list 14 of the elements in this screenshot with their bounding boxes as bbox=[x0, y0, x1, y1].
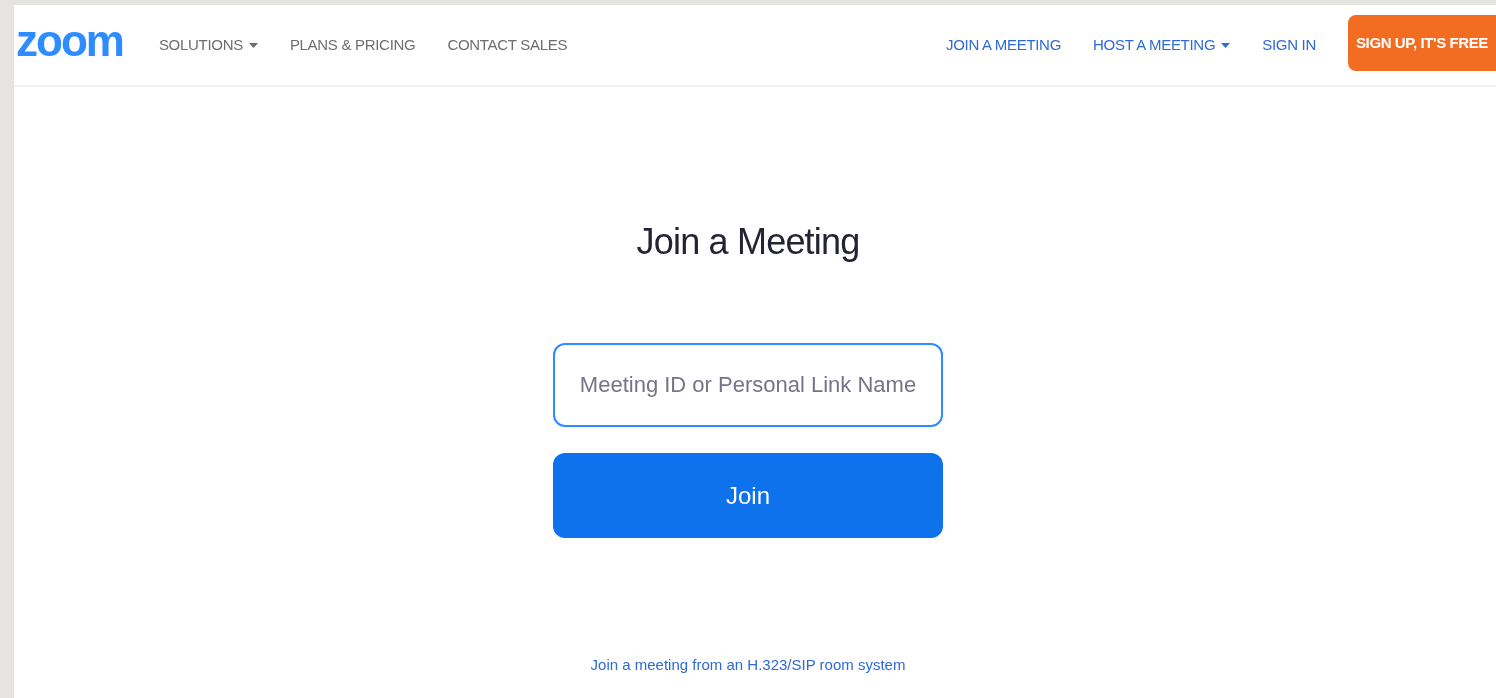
nav-link[interactable]: PLANS & PRICING bbox=[289, 33, 416, 57]
signup-button[interactable]: SIGN UP, IT'S FREE bbox=[1348, 15, 1496, 71]
room-system-link[interactable]: Join a meeting from an H.323/SIP room system bbox=[590, 654, 906, 677]
nav-link[interactable]: SIGN IN bbox=[1262, 33, 1316, 57]
logo[interactable]: zoom bbox=[16, 19, 123, 71]
caret-icon bbox=[248, 42, 258, 48]
nav-link[interactable]: CONTACT SALES bbox=[447, 33, 568, 57]
nav-link[interactable]: JOIN A MEETING bbox=[946, 33, 1062, 57]
nav-link[interactable]: SOLUTIONS bbox=[158, 33, 258, 57]
caret-icon bbox=[1221, 42, 1231, 48]
join-button[interactable]: Join bbox=[553, 453, 943, 538]
page-title: Join a Meeting bbox=[636, 220, 860, 264]
nav-link[interactable]: HOST A MEETING bbox=[1093, 33, 1231, 57]
meeting-id-field[interactable]: Meeting ID or Personal Link Name bbox=[553, 343, 943, 427]
